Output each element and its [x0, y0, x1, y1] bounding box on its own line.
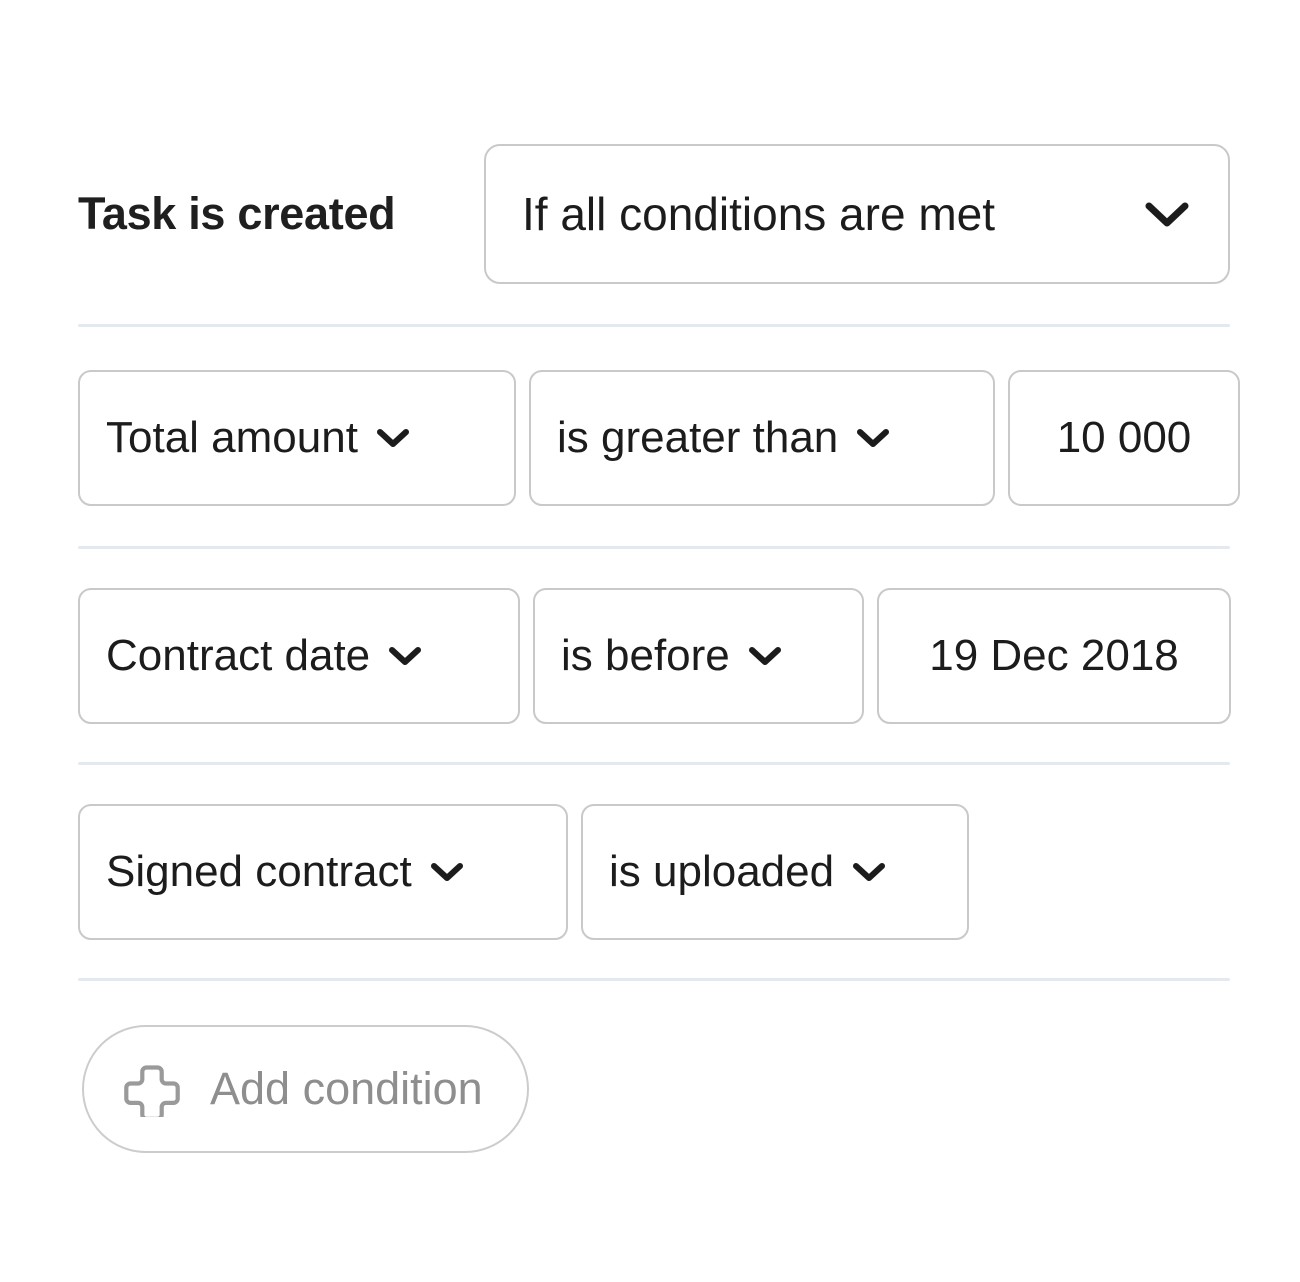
condition-field-value: Signed contract: [106, 847, 412, 896]
divider: [78, 324, 1230, 327]
condition-field-select[interactable]: Contract date: [78, 588, 520, 724]
condition-operator-select[interactable]: is greater than: [529, 370, 995, 506]
condition-value-text: 19 Dec 2018: [929, 631, 1179, 680]
chevron-down-icon: [388, 645, 422, 667]
divider: [78, 546, 1230, 549]
condition-operator-value: is greater than: [557, 413, 839, 462]
trigger-label: Task is created: [78, 188, 396, 239]
condition-row: Total amount is greater than 10 000: [78, 370, 1240, 506]
divider: [78, 762, 1230, 765]
add-condition-label: Add condition: [210, 1063, 483, 1114]
condition-mode-select[interactable]: If all conditions are met: [484, 144, 1230, 284]
condition-mode-value: If all conditions are met: [522, 188, 996, 240]
chevron-down-icon: [1144, 199, 1190, 229]
condition-operator-select[interactable]: is before: [533, 588, 864, 724]
add-condition-button[interactable]: Add condition: [82, 1025, 529, 1153]
condition-value-input[interactable]: 19 Dec 2018: [877, 588, 1231, 724]
condition-builder-panel: Task is created If all conditions are me…: [0, 0, 1300, 1282]
condition-field-value: Total amount: [106, 413, 358, 462]
condition-row: Signed contract is uploaded: [78, 804, 969, 940]
condition-row: Contract date is before 19 Dec 2018: [78, 588, 1231, 724]
chevron-down-icon: [852, 861, 886, 883]
trigger-row: Task is created If all conditions are me…: [78, 144, 1230, 284]
condition-field-select[interactable]: Signed contract: [78, 804, 568, 940]
condition-field-select[interactable]: Total amount: [78, 370, 516, 506]
condition-value-text: 10 000: [1056, 413, 1192, 462]
chevron-down-icon: [748, 645, 782, 667]
chevron-down-icon: [376, 427, 410, 449]
divider: [78, 978, 1230, 981]
plus-icon: [124, 1061, 180, 1117]
condition-operator-value: is before: [561, 631, 730, 680]
condition-operator-value: is uploaded: [609, 847, 835, 896]
condition-value-input[interactable]: 10 000: [1008, 370, 1240, 506]
chevron-down-icon: [856, 427, 890, 449]
chevron-down-icon: [430, 861, 464, 883]
condition-field-value: Contract date: [106, 631, 371, 680]
condition-operator-select[interactable]: is uploaded: [581, 804, 969, 940]
